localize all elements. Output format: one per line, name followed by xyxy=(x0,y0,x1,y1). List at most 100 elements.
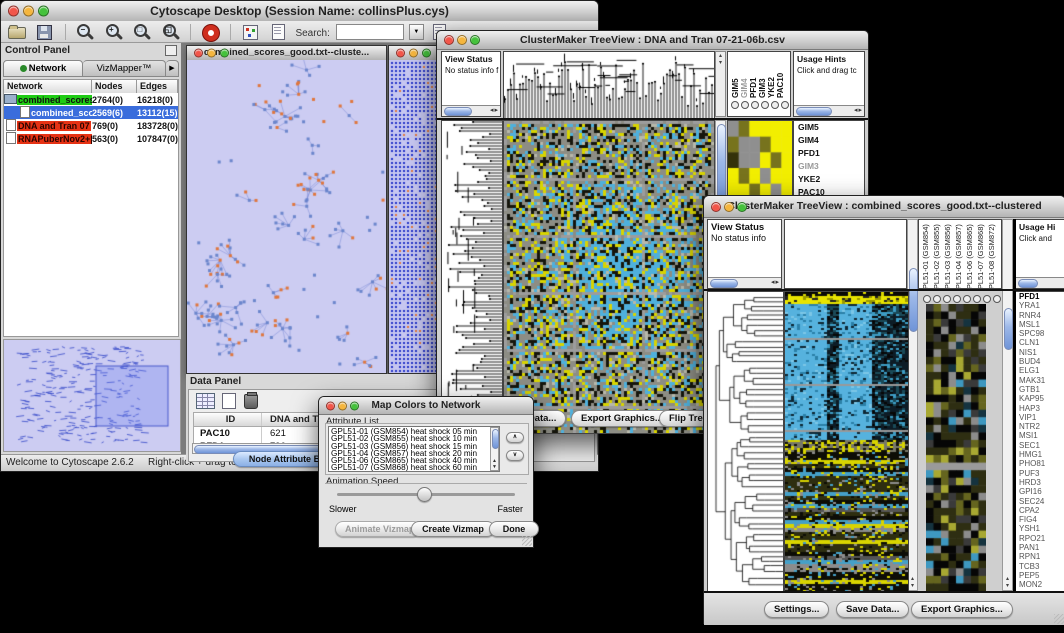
gene-label[interactable]: CPA2 xyxy=(1016,506,1064,515)
tv1-export-graphics-button[interactable]: Export Graphics... xyxy=(571,410,673,427)
birdseye-canvas[interactable] xyxy=(4,340,180,451)
network-row[interactable]: combined_scores 2764(0) 16218(0) xyxy=(4,93,178,106)
zoom-window-icon[interactable] xyxy=(38,6,49,17)
gene-label[interactable]: GIM5 xyxy=(796,121,864,134)
gene-label[interactable]: ELG1 xyxy=(1016,366,1064,375)
tv2-detail-vscrollbar[interactable]: ▴▾ xyxy=(1002,219,1013,591)
column-label[interactable]: GPL51-06 (GSM865) xyxy=(965,221,976,289)
tv2-save-data-button[interactable]: Save Data... xyxy=(836,601,909,618)
column-label[interactable]: GPL51-01 (GSM854) xyxy=(921,221,932,289)
rotated-gene-label[interactable]: GIM4 xyxy=(740,54,749,98)
gene-label[interactable]: PFD1 xyxy=(796,147,864,160)
zoom-window-icon[interactable] xyxy=(422,49,431,58)
tv2-row-dendrogram[interactable] xyxy=(707,291,784,593)
annotation-page-icon[interactable] xyxy=(269,23,289,41)
rotated-gene-label[interactable]: GIM3 xyxy=(758,54,767,98)
done-button[interactable]: Done xyxy=(489,521,539,537)
usage-hints-scrollbar[interactable]: ◂▸ xyxy=(794,105,864,116)
float-panel-icon[interactable] xyxy=(165,45,177,56)
column-label[interactable]: GPL51-04 (GSM857) xyxy=(954,221,965,289)
network-row[interactable]: DNA and Tran 07 769(0) 183728(0) xyxy=(4,119,178,132)
rotated-gene-label[interactable]: PFD1 xyxy=(749,54,758,98)
gene-label[interactable]: SPC98 xyxy=(1016,329,1064,338)
frame-window-controls[interactable] xyxy=(396,49,431,58)
close-icon[interactable] xyxy=(396,49,405,58)
gene-label[interactable]: MSI1 xyxy=(1016,431,1064,440)
window-controls[interactable] xyxy=(711,202,747,212)
minimize-icon[interactable] xyxy=(409,49,418,58)
minimize-icon[interactable] xyxy=(23,6,34,17)
zoom-selected-icon[interactable]: □ xyxy=(132,23,152,41)
gene-label[interactable]: SEC24 xyxy=(1016,497,1064,506)
move-up-button[interactable]: ∧ xyxy=(506,432,524,443)
window-controls[interactable] xyxy=(326,401,359,410)
zoom-fit-icon[interactable]: ◱ xyxy=(161,23,181,41)
close-icon[interactable] xyxy=(8,6,19,17)
view-status-scrollbar[interactable]: ◂▸ xyxy=(708,277,781,288)
gene-label[interactable]: MAK31 xyxy=(1016,376,1064,385)
gene-label[interactable]: BUD4 xyxy=(1016,357,1064,366)
gene-label[interactable]: CLN1 xyxy=(1016,338,1064,347)
tab-vizmapper[interactable]: VizMapper™ xyxy=(83,60,166,77)
minimize-icon[interactable] xyxy=(724,202,734,212)
tv1-main-heatmap[interactable] xyxy=(503,120,715,434)
resize-grip[interactable] xyxy=(522,536,532,546)
column-label[interactable]: GPL51-07 (GSM868) xyxy=(976,221,987,289)
minimize-icon[interactable] xyxy=(207,49,216,58)
frame-window-controls[interactable] xyxy=(194,49,229,58)
gene-label[interactable]: RPN1 xyxy=(1016,552,1064,561)
network-row-selected[interactable]: combined_sco 2569(6) 13112(15) xyxy=(4,106,178,119)
animate-vizmap-button[interactable]: Animate Vizmap xyxy=(335,521,421,537)
gene-label[interactable]: NTR2 xyxy=(1016,422,1064,431)
gene-label[interactable]: KAP95 xyxy=(1016,394,1064,403)
minimize-icon[interactable] xyxy=(338,401,347,410)
rotated-gene-label[interactable]: YKE2 xyxy=(767,54,776,98)
gene-label[interactable]: GTB1 xyxy=(1016,385,1064,394)
new-attribute-icon[interactable] xyxy=(222,393,236,409)
zoom-out-icon[interactable]: − xyxy=(75,23,95,41)
close-icon[interactable] xyxy=(194,49,203,58)
tv1-row-dendrogram[interactable] xyxy=(441,120,503,434)
help-lifesaver-icon[interactable] xyxy=(201,23,221,41)
gene-label[interactable]: PHO81 xyxy=(1016,459,1064,468)
column-label[interactable]: GPL51-08 (GSM872) xyxy=(987,221,998,289)
gene-label[interactable]: VIP1 xyxy=(1016,413,1064,422)
dialog-titlebar[interactable]: Map Colors to Network xyxy=(319,397,533,415)
search-dropdown-button[interactable]: ▼ xyxy=(409,24,424,40)
network-table-header[interactable]: Network Nodes Edges xyxy=(4,80,178,93)
gene-label[interactable]: HAP3 xyxy=(1016,404,1064,413)
network-view-canvas[interactable] xyxy=(187,60,386,373)
tv2-export-graphics-button[interactable]: Export Graphics... xyxy=(911,601,1013,618)
column-label[interactable]: GPL51-03 (GSM856) xyxy=(943,221,954,289)
treeview1-titlebar[interactable]: ClusterMaker TreeView : DNA and Tran 07-… xyxy=(437,31,868,50)
treeview2-titlebar[interactable]: ClusterMaker TreeView : combined_scores_… xyxy=(704,196,1064,218)
speed-slider-thumb[interactable] xyxy=(417,487,432,502)
gene-label[interactable]: YRA1 xyxy=(1016,301,1064,310)
tab-network[interactable]: Network xyxy=(3,60,83,77)
main-titlebar[interactable]: Cytoscape Desktop (Session Name: collins… xyxy=(1,1,598,22)
tv2-column-tree-area[interactable] xyxy=(784,219,907,289)
gene-label[interactable]: RNR4 xyxy=(1016,311,1064,320)
gene-label[interactable]: GIM4 xyxy=(796,134,864,147)
tv1-column-dendrogram[interactable] xyxy=(503,51,715,119)
gene-label[interactable]: PFD1 xyxy=(1016,292,1064,301)
gene-label[interactable]: MON2 xyxy=(1016,580,1064,589)
attribute-table-icon[interactable] xyxy=(196,393,215,409)
zoom-window-icon[interactable] xyxy=(737,202,747,212)
column-label[interactable]: GPL51-02 (GSM855) xyxy=(932,221,943,289)
tv2-settings-button[interactable]: Settings... xyxy=(764,601,829,618)
gene-label[interactable]: SEC1 xyxy=(1016,441,1064,450)
create-vizmap-button[interactable]: Create Vizmap xyxy=(411,521,495,537)
search-input[interactable] xyxy=(336,24,404,40)
detail-toolbar-icons[interactable] xyxy=(730,97,790,115)
usage-hints-scrollbar[interactable] xyxy=(1016,277,1064,288)
gene-label[interactable]: GIM3 xyxy=(796,160,864,173)
zoom-window-icon[interactable] xyxy=(220,49,229,58)
gene-label[interactable]: YSH1 xyxy=(1016,524,1064,533)
gene-label[interactable]: RPO21 xyxy=(1016,534,1064,543)
rotated-gene-label[interactable]: GIM5 xyxy=(731,54,740,98)
network-frame-titlebar[interactable]: combined_scores_good.txt--cluste... xyxy=(187,46,386,61)
gene-label[interactable]: HMG1 xyxy=(1016,450,1064,459)
zoom-window-icon[interactable] xyxy=(350,401,359,410)
move-down-button[interactable]: ∨ xyxy=(506,450,524,461)
